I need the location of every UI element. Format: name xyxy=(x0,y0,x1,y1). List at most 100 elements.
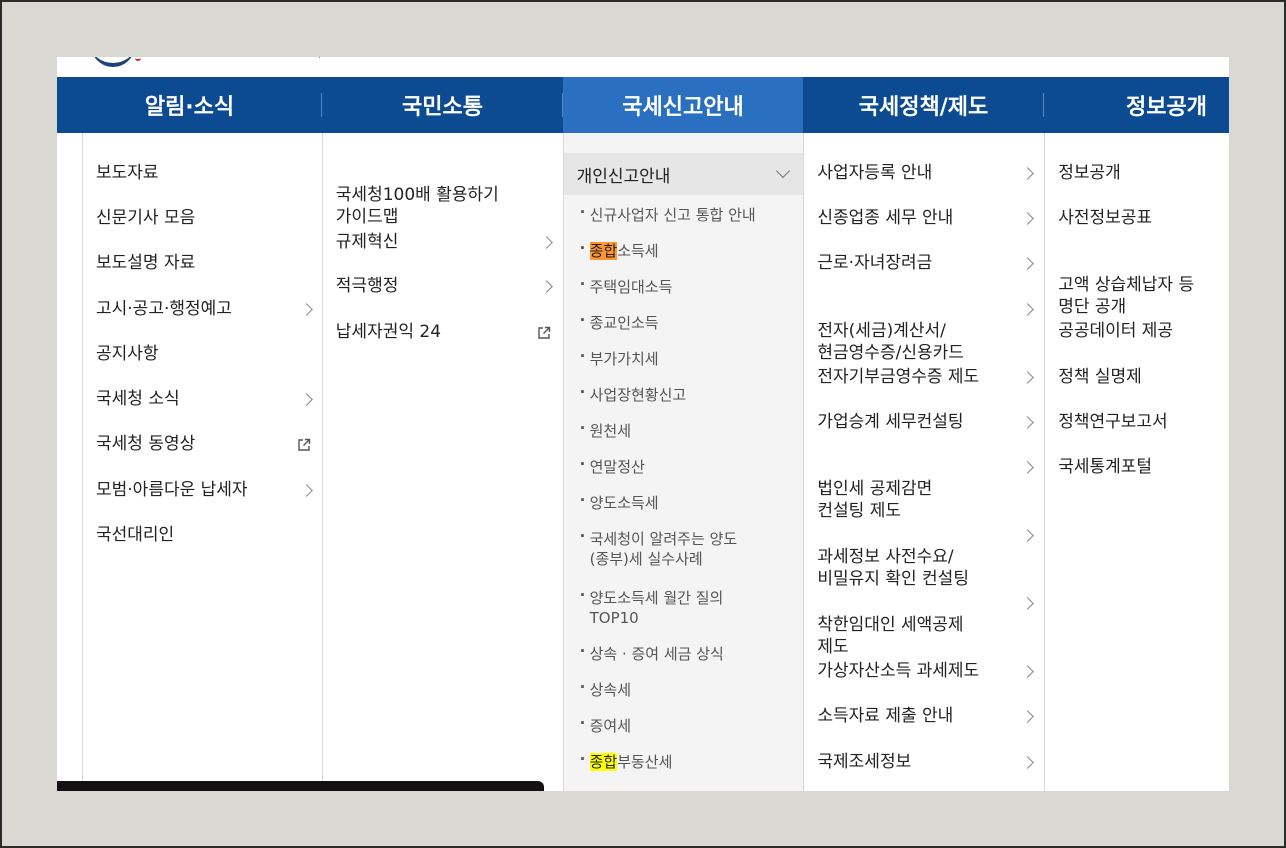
submenu-item-label: 국세청이 알려주는 양도 (종부)세 실수사례 xyxy=(589,530,738,568)
menu-item-nts-news[interactable]: 국세청 소식 xyxy=(96,388,313,410)
submenu-item-label: 증여세 xyxy=(589,717,631,735)
submenu-item-capital-gains-tax[interactable]: 양도소득세 xyxy=(580,490,800,513)
menu-item-news-articles[interactable]: 신문기사 모음 xyxy=(96,207,195,229)
submenu-item-label: 신규사업자 신고 통합 안내 xyxy=(589,206,756,224)
nav-tab-information-disclosure[interactable]: 정보공개 xyxy=(1044,77,1229,133)
menu-item-taxpayer-rights[interactable]: 납세자권익 24 xyxy=(336,321,551,343)
submenu-item-label: 부동산세 xyxy=(617,753,673,771)
chevron-right-icon xyxy=(300,303,313,316)
menu-column-information-disclosure: 정보공개 사전정보공표 고액 상습체납자 등 명단 공개 공공데이터 제공 정책… xyxy=(1044,133,1229,791)
menu-item-label: 고시·공고·행정예고 xyxy=(96,299,232,319)
submenu-item-gift-tax[interactable]: 증여세 xyxy=(580,713,800,736)
external-link-icon xyxy=(298,438,311,451)
menu-item-label: 가업승계 세무컨설팅 xyxy=(817,412,964,432)
chevron-right-icon xyxy=(1021,756,1035,769)
nav-tab-label: 국세정책/제도 xyxy=(858,95,989,120)
submenu-item-business-status[interactable]: 사업장현황신고 xyxy=(580,382,800,405)
menu-item-public-agent[interactable]: 국선대리인 xyxy=(96,524,174,546)
menu-item-label: 사업자등록 안내 xyxy=(817,163,933,183)
menu-item-press-explanations[interactable]: 보도설명 자료 xyxy=(96,252,195,274)
menu-item-label: 소득자료 제출 안내 xyxy=(817,706,954,726)
menu-item-label: 착한임대인 세액공제 제도 xyxy=(817,615,964,657)
chevron-right-icon xyxy=(539,280,553,293)
menu-item-label: 국세청100배 활용하기 가이드맵 xyxy=(335,185,499,227)
submenu-item-rental-income[interactable]: 주택임대소득 xyxy=(580,274,800,297)
menu-item-model-taxpayers[interactable]: 모범·아름다운 납세자 xyxy=(96,479,313,501)
nav-tab-notices[interactable]: 알림·소식 xyxy=(57,77,322,133)
submenu-item-comprehensive-real-estate-tax[interactable]: 종합부동산세 xyxy=(580,749,800,772)
chevron-down-icon xyxy=(775,163,790,179)
menu-item-label: 국세청 동영상 xyxy=(96,434,196,454)
search-highlight: 종합 xyxy=(589,753,618,771)
menu-item-e-donation-receipt[interactable]: 전자기부금영수증 제도 xyxy=(817,366,1035,388)
menu-item-regulatory-innovation[interactable]: 규제혁신 xyxy=(336,231,553,253)
menu-item-proactive-admin[interactable]: 적극행정 xyxy=(336,275,553,297)
submenu-item-label: 종교인소득 xyxy=(589,314,659,332)
menu-item-virtual-asset-tax[interactable]: 가상자산소득 과세제도 xyxy=(817,660,1035,682)
nav-tab-label: 정보공개 xyxy=(1126,95,1207,120)
submenu-item-new-business[interactable]: 신규사업자 신고 통합 안내 xyxy=(580,202,800,225)
chevron-right-icon xyxy=(1021,257,1035,270)
chevron-right-icon xyxy=(539,236,553,249)
submenu-item-label: 상속세 xyxy=(589,681,631,699)
chevron-right-icon xyxy=(1021,529,1035,542)
menu-item-label: 전자기부금영수증 제도 xyxy=(817,367,980,387)
mega-menu: 보도자료 신문기사 모음 보도설명 자료 고시·공고·행정예고 공지사항 국세청… xyxy=(57,133,1229,791)
submenu-item-monthly-top10[interactable]: 양도소득세 월간 질의 TOP10 xyxy=(580,585,800,628)
submenu-header-personal-filing[interactable]: 개인신고안내 xyxy=(563,153,804,195)
header-divider xyxy=(319,57,320,58)
menu-item-label: 고액 상습체납자 등 명단 공개 xyxy=(1058,275,1195,317)
menu-item-guide-map[interactable]: 국세청100배 활용하기 가이드맵 xyxy=(336,162,499,228)
nav-tab-tax-policy[interactable]: 국세정책/제도 xyxy=(803,77,1044,133)
menu-item-policy-real-name[interactable]: 정책 실명제 xyxy=(1058,366,1142,388)
menu-column-tax-policy: 사업자등록 안내 신종업종 세무 안내 근로·자녀장려금 전자(세금)계산서/ … xyxy=(803,133,1044,791)
menu-item-label: 국제조세정보 xyxy=(817,752,912,772)
submenu-item-inheritance-tax[interactable]: 상속세 xyxy=(580,677,800,700)
menu-item-label: 공지사항 xyxy=(96,344,159,364)
menu-item-label: 가상자산소득 과세제도 xyxy=(817,661,980,681)
submenu-item-withholding-tax[interactable]: 원천세 xyxy=(580,418,800,441)
menu-item-statistics-portal[interactable]: 국세통계포털 xyxy=(1058,456,1152,478)
menu-item-new-industry[interactable]: 신종업종 세무 안내 xyxy=(817,207,1035,229)
menu-item-income-data-submission[interactable]: 소득자료 제출 안내 xyxy=(817,705,1035,727)
chevron-right-icon xyxy=(1021,416,1035,429)
submenu-item-global-income-tax[interactable]: 종합소득세 xyxy=(580,238,800,261)
submenu-item-label: 소득세 xyxy=(617,242,659,260)
submenu-header-label: 개인신고안내 xyxy=(576,166,671,187)
menu-item-nts-videos[interactable]: 국세청 동영상 xyxy=(96,433,311,455)
menu-item-pre-disclosure[interactable]: 사전정보공표 xyxy=(1058,207,1152,229)
nav-tab-communication[interactable]: 국민소통 xyxy=(322,77,563,133)
submenu-item-label: 상속 · 증여 세금 상식 xyxy=(589,645,724,663)
menu-item-business-registration[interactable]: 사업자등록 안내 xyxy=(817,162,1035,184)
site-logo-icon[interactable] xyxy=(91,57,135,67)
submenu-item-common-mistakes[interactable]: 국세청이 알려주는 양도 (종부)세 실수사례 xyxy=(580,526,800,569)
submenu-item-inheritance-gift-tips[interactable]: 상속 · 증여 세금 상식 xyxy=(580,641,800,664)
menu-item-policy-research[interactable]: 정책연구보고서 xyxy=(1058,411,1167,433)
menu-item-delinquent-taxpayers[interactable]: 고액 상습체납자 등 명단 공개 xyxy=(1058,252,1194,318)
submenu-item-label: 사업장현황신고 xyxy=(589,386,687,404)
menu-item-info-disclosure[interactable]: 정보공개 xyxy=(1058,162,1121,184)
nav-tab-tax-filing-guide[interactable]: 국세신고안내 xyxy=(563,77,803,133)
logo-accent-icon xyxy=(135,57,141,61)
menu-item-announcements[interactable]: 고시·공고·행정예고 xyxy=(96,298,313,320)
submenu-item-religious-income[interactable]: 종교인소득 xyxy=(580,310,800,333)
submenu-item-label: 부가가치세 xyxy=(589,350,659,368)
menu-item-label: 보도설명 자료 xyxy=(96,253,196,273)
menu-item-label: 정책연구보고서 xyxy=(1058,412,1168,432)
menu-item-notices[interactable]: 공지사항 xyxy=(96,343,159,365)
menu-item-label: 납세자권익 24 xyxy=(335,322,442,342)
submenu-item-vat[interactable]: 부가가치세 xyxy=(580,346,800,369)
menu-item-press-releases[interactable]: 보도자료 xyxy=(96,162,159,184)
menu-column-communication: 국세청100배 활용하기 가이드맵 규제혁신 적극행정 납세자권익 24 xyxy=(321,133,563,791)
menu-item-public-data[interactable]: 공공데이터 제공 xyxy=(1058,320,1173,342)
page: 알림·소식 국민소통 국세신고안내 국세정책/제도 정보공개 보도자료 신문기사… xyxy=(57,57,1229,791)
submenu-item-label: 주택임대소득 xyxy=(589,278,673,296)
submenu-item-year-end-settlement[interactable]: 연말정산 xyxy=(580,454,800,477)
menu-item-label: 보도자료 xyxy=(96,163,159,183)
menu-item-succession-consulting[interactable]: 가업승계 세무컨설팅 xyxy=(817,411,1035,433)
chevron-right-icon xyxy=(1021,303,1035,316)
menu-item-label: 전자(세금)계산서/ 현금영수증/신용카드 xyxy=(817,321,964,363)
chevron-right-icon xyxy=(1021,212,1035,225)
menu-item-international-tax[interactable]: 국제조세정보 xyxy=(817,751,1035,773)
menu-item-earned-income-credit[interactable]: 근로·자녀장려금 xyxy=(817,252,1035,274)
